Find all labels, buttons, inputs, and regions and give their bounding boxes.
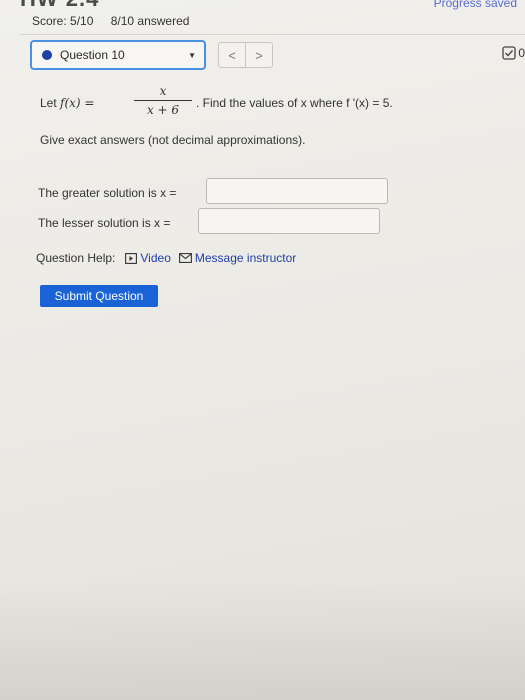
lesser-solution-input[interactable] bbox=[198, 208, 380, 234]
question-status-dot bbox=[42, 50, 52, 60]
envelope-icon bbox=[178, 253, 192, 263]
message-instructor-link[interactable]: Message instructor bbox=[178, 251, 297, 265]
fraction-bar bbox=[134, 100, 192, 101]
header-divider bbox=[20, 34, 525, 35]
greater-solution-input[interactable] bbox=[206, 178, 388, 204]
video-link[interactable]: Video bbox=[125, 251, 171, 265]
question-dropdown-label: Question 10 bbox=[60, 48, 125, 62]
message-instructor-label: Message instructor bbox=[194, 251, 297, 265]
question-dropdown[interactable]: Question 10 ▼ bbox=[30, 40, 206, 70]
score-bar: Score: 5/10 8/10 answered bbox=[32, 14, 203, 28]
next-question-button[interactable]: > bbox=[245, 42, 273, 68]
page-shading bbox=[0, 580, 525, 700]
play-icon bbox=[125, 252, 138, 264]
checkbox-icon bbox=[502, 46, 516, 60]
answer-label-greater: The greater solution is x = bbox=[38, 186, 177, 200]
score-label: Score: 5/10 bbox=[32, 14, 94, 28]
chevron-left-icon: < bbox=[228, 47, 236, 63]
question-help: Question Help: Video Message instructor bbox=[36, 251, 304, 265]
answer-label-lesser: The lesser solution is x = bbox=[38, 216, 171, 230]
fraction-numerator: x bbox=[159, 84, 167, 98]
fraction-denominator: x + 6 bbox=[146, 103, 180, 117]
attempts-count: 0 bbox=[518, 46, 525, 60]
problem-statement: Let f(x) = x x + 6 . Find the values of … bbox=[40, 84, 500, 124]
chevron-right-icon: > bbox=[255, 47, 263, 63]
function-fraction: x x + 6 bbox=[134, 84, 192, 117]
attempts-indicator: 0 bbox=[502, 46, 525, 60]
function-lhs: f(x) = bbox=[60, 96, 95, 110]
homework-page: HW 2.4 Progress saved Score: 5/10 8/10 a… bbox=[0, 0, 525, 700]
answered-label: 8/10 answered bbox=[110, 14, 190, 28]
previous-question-button[interactable]: < bbox=[218, 42, 246, 68]
progress-status: Progress saved bbox=[433, 0, 517, 10]
assignment-title: HW 2.4 bbox=[20, 0, 99, 12]
problem-instruction: Give exact answers (not decimal approxim… bbox=[40, 133, 306, 147]
video-link-label: Video bbox=[140, 251, 171, 265]
question-help-label: Question Help: bbox=[36, 251, 116, 265]
caret-down-icon: ▼ bbox=[188, 50, 196, 60]
submit-question-button[interactable]: Submit Question bbox=[40, 285, 158, 307]
problem-let: Let f(x) = bbox=[40, 96, 95, 110]
problem-prompt: . Find the values of x where f '(x) = 5. bbox=[196, 96, 393, 110]
